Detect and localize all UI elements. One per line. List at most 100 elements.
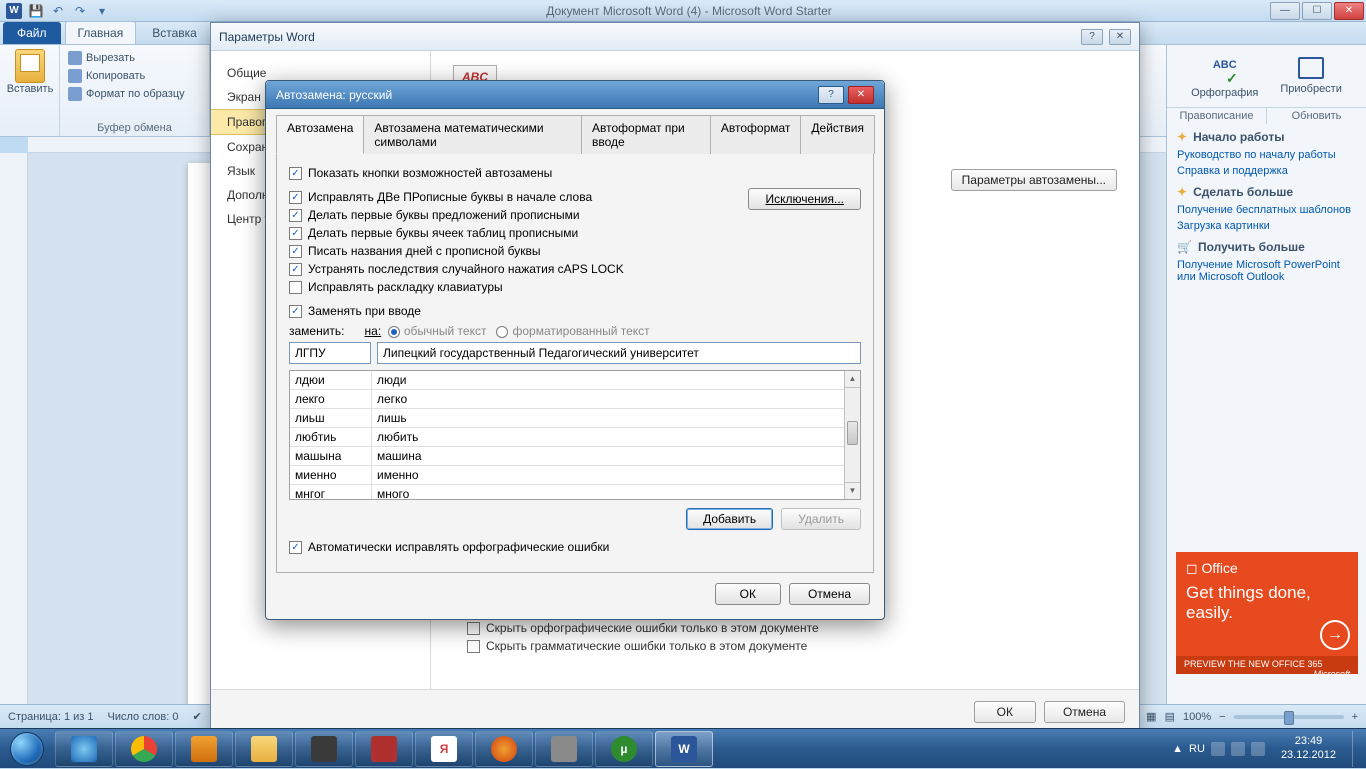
copy-button[interactable]: Копировать: [68, 67, 201, 85]
maximize-button[interactable]: ☐: [1302, 2, 1332, 20]
tray-lang[interactable]: RU: [1189, 743, 1205, 755]
options-cancel-button[interactable]: Отмена: [1044, 701, 1125, 723]
tab-math-autocorrect[interactable]: Автозамена математическими символами: [363, 115, 582, 154]
checkbox-capslock[interactable]: ✓: [289, 263, 302, 276]
tab-actions[interactable]: Действия: [800, 115, 875, 154]
list-item[interactable]: машынамашина: [290, 447, 844, 466]
link-powerpoint-outlook[interactable]: Получение Microsoft PowerPoint или Micro…: [1167, 257, 1366, 285]
qat-save-icon[interactable]: 💾: [28, 3, 44, 19]
ac-close-button[interactable]: ✕: [848, 86, 874, 104]
exceptions-button[interactable]: Исключения...: [748, 188, 861, 210]
view-web-icon[interactable]: ▤: [1165, 710, 1175, 723]
add-button[interactable]: Добавить: [686, 508, 773, 530]
taskbar-media[interactable]: [175, 731, 233, 767]
qat-redo-icon[interactable]: ↷: [72, 3, 88, 19]
qat-undo-icon[interactable]: ↶: [50, 3, 66, 19]
taskbar-word-active[interactable]: W: [655, 731, 713, 767]
tray-clock[interactable]: 23:49 23.12.2012: [1273, 735, 1344, 761]
tab-autocorrect[interactable]: Автозамена: [276, 115, 364, 154]
taskbar-app2[interactable]: [355, 731, 413, 767]
checkbox-replace-typing[interactable]: ✓: [289, 305, 302, 318]
list-item[interactable]: лдюилюди: [290, 371, 844, 390]
link-templates[interactable]: Получение бесплатных шаблонов: [1167, 202, 1366, 218]
paste-button[interactable]: Вставить: [8, 49, 52, 95]
checkbox-keyboard[interactable]: [289, 281, 302, 294]
show-desktop-button[interactable]: [1352, 731, 1362, 767]
ac-help-button[interactable]: ?: [818, 86, 844, 104]
file-tab[interactable]: Файл: [3, 22, 61, 44]
options-close-button[interactable]: ✕: [1109, 29, 1131, 45]
tab-autoformat[interactable]: Автоформат: [710, 115, 802, 154]
tab-autoformat-typing[interactable]: Автоформат при вводе: [581, 115, 711, 154]
list-item[interactable]: миенноименно: [290, 466, 844, 485]
autocorrect-list[interactable]: лдюилюдилекголегколиьшлишьлюбтиьлюбитьма…: [289, 370, 861, 500]
link-clipart[interactable]: Загрузка картинки: [1167, 218, 1366, 234]
cart-small-icon: 🛒: [1177, 240, 1192, 254]
tray-flag-icon[interactable]: [1211, 742, 1225, 756]
tab-home[interactable]: Главная: [65, 21, 137, 44]
capslock-label: Устранять последствия случайного нажатия…: [308, 262, 624, 276]
ac-ok-button[interactable]: ОК: [715, 583, 781, 605]
delete-button[interactable]: Удалить: [781, 508, 861, 530]
taskbar-app3[interactable]: [535, 731, 593, 767]
status-word-count[interactable]: Число слов: 0: [108, 711, 179, 723]
office-ad[interactable]: ◻ Office Get things done, easily. → PREV…: [1176, 552, 1358, 674]
radio-plain-text[interactable]: [388, 326, 400, 338]
taskbar-yandex[interactable]: Я: [415, 731, 473, 767]
tray-expand-icon[interactable]: ▲: [1172, 743, 1183, 755]
zoom-level[interactable]: 100%: [1183, 711, 1211, 723]
list-item[interactable]: лекголегко: [290, 390, 844, 409]
status-page[interactable]: Страница: 1 из 1: [8, 711, 94, 723]
hide-spelling-label: Скрыть орфографические ошибки только в э…: [486, 621, 819, 635]
view-print-icon[interactable]: ▦: [1146, 710, 1156, 723]
zoom-slider[interactable]: [1234, 715, 1344, 719]
taskbar-utorrent[interactable]: µ: [595, 731, 653, 767]
buy-button[interactable]: Приобрести: [1280, 57, 1342, 99]
start-button[interactable]: [0, 729, 54, 769]
spelling-button[interactable]: ABC Орфография: [1191, 57, 1258, 99]
status-proofing-icon[interactable]: ✔: [192, 710, 201, 723]
checkbox[interactable]: [467, 640, 480, 653]
ac-cancel-button[interactable]: Отмена: [789, 583, 870, 605]
zoom-out-button[interactable]: −: [1219, 711, 1225, 723]
close-button[interactable]: ✕: [1334, 2, 1364, 20]
scrollbar[interactable]: [844, 371, 860, 499]
minimize-button[interactable]: —: [1270, 2, 1300, 20]
options-dialog-title: Параметры Word: [219, 30, 315, 44]
radio-formatted-text[interactable]: [496, 326, 508, 338]
paste-label: Вставить: [7, 83, 54, 95]
with-input[interactable]: [377, 342, 861, 364]
options-help-button[interactable]: ?: [1081, 29, 1103, 45]
taskbar-ie[interactable]: [55, 731, 113, 767]
show-buttons-label: Показать кнопки возможностей автозамены: [308, 166, 552, 180]
checkbox-show-buttons[interactable]: ✓: [289, 167, 302, 180]
checkbox-autospell[interactable]: ✓: [289, 541, 302, 554]
scrollbar-thumb[interactable]: [847, 421, 858, 445]
list-item[interactable]: лиьшлишь: [290, 409, 844, 428]
list-item[interactable]: любтиьлюбить: [290, 428, 844, 447]
taskbar-firefox[interactable]: [475, 731, 533, 767]
link-help[interactable]: Справка и поддержка: [1167, 163, 1366, 179]
link-guide[interactable]: Руководство по началу работы: [1167, 147, 1366, 163]
qat-dropdown-icon[interactable]: ▾: [94, 3, 110, 19]
checkbox[interactable]: [467, 622, 480, 635]
taskbar-chrome[interactable]: [115, 731, 173, 767]
format-painter-button[interactable]: Формат по образцу: [68, 85, 201, 103]
section-do-more: ✦Сделать больше: [1167, 179, 1366, 202]
checkbox-sentence[interactable]: ✓: [289, 209, 302, 222]
list-item[interactable]: мнгогмного: [290, 485, 844, 499]
taskbar-app1[interactable]: [295, 731, 353, 767]
checkbox-cells[interactable]: ✓: [289, 227, 302, 240]
replace-input[interactable]: [289, 342, 371, 364]
options-ok-button[interactable]: ОК: [974, 701, 1036, 723]
autocorrect-options-button[interactable]: Параметры автозамены...: [951, 169, 1117, 191]
tab-insert[interactable]: Вставка: [140, 22, 209, 44]
zoom-in-button[interactable]: +: [1352, 711, 1358, 723]
taskbar-explorer[interactable]: [235, 731, 293, 767]
with-label: на:: [365, 324, 382, 338]
checkbox-two-caps[interactable]: ✓: [289, 191, 302, 204]
checkbox-days[interactable]: ✓: [289, 245, 302, 258]
cut-button[interactable]: Вырезать: [68, 49, 201, 67]
tray-network-icon[interactable]: [1231, 742, 1245, 756]
tray-volume-icon[interactable]: [1251, 742, 1265, 756]
